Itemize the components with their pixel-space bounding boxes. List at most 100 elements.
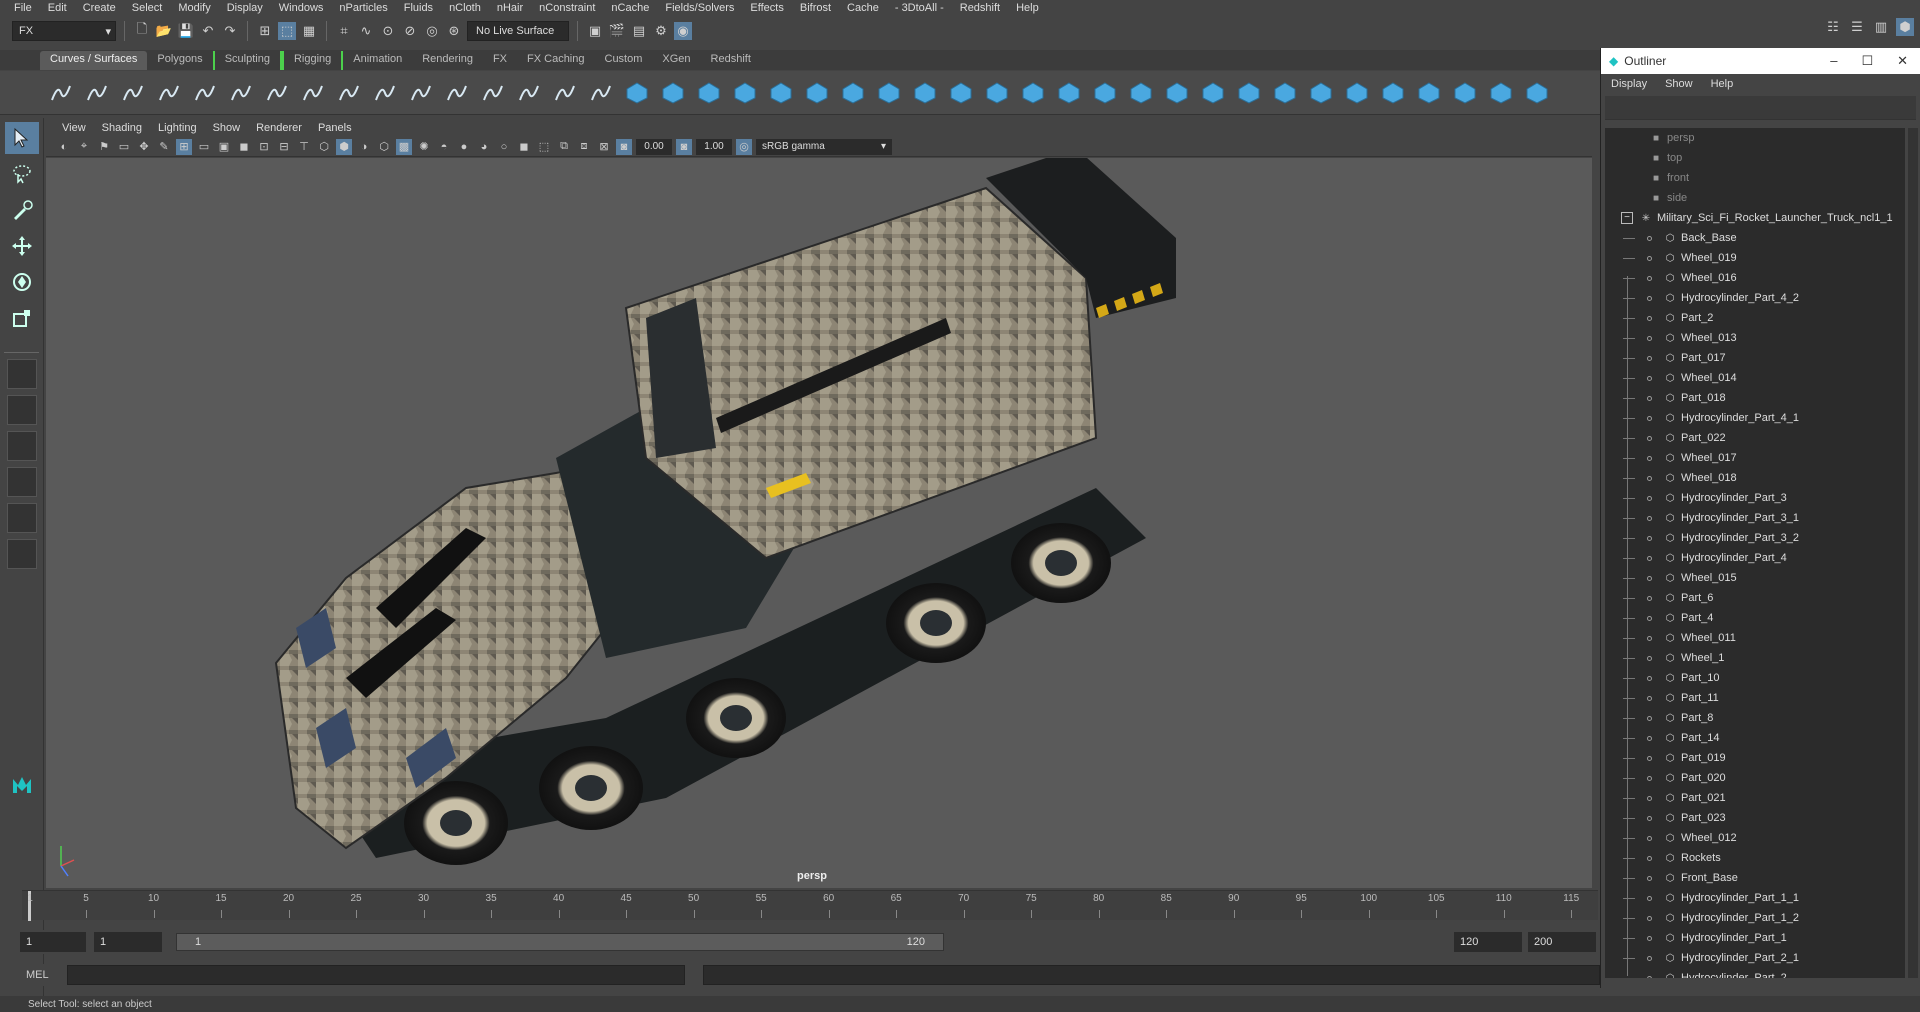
snap-surface-icon[interactable]: ◎ — [423, 22, 441, 40]
outliner-mesh-item[interactable]: ⬡ Hydrocylinder_Part_4 — [1605, 548, 1905, 568]
select-object-icon[interactable]: ⬚ — [278, 22, 296, 40]
outliner-mesh-item[interactable]: ⬡ Part_017 — [1605, 348, 1905, 368]
untrim-icon[interactable] — [1234, 78, 1264, 108]
project-curve-icon[interactable] — [1126, 78, 1156, 108]
menu-item[interactable]: Fields/Solvers — [657, 2, 742, 14]
gamma-field[interactable]: 1.00 — [696, 138, 732, 155]
render-settings-icon[interactable]: ⚙ — [652, 22, 670, 40]
expand-dot-icon[interactable] — [1647, 556, 1652, 561]
menu-item[interactable]: Display — [219, 2, 271, 14]
shelf-tab[interactable]: Rendering — [412, 51, 483, 70]
outliner-camera-item[interactable]: ■ front — [1605, 168, 1905, 188]
depth-of-field-icon[interactable]: ◼ — [516, 139, 532, 155]
nurbs-cone-icon[interactable] — [730, 78, 760, 108]
outliner-menu-item[interactable]: Show — [1665, 78, 1693, 90]
outliner-mesh-item[interactable]: ⬡ Part_021 — [1605, 788, 1905, 808]
outliner-camera-item[interactable]: ■ persp — [1605, 128, 1905, 148]
menu-item[interactable]: nParticles — [331, 2, 395, 14]
default-material-icon[interactable]: ◑ — [356, 139, 372, 155]
expand-dot-icon[interactable] — [1647, 936, 1652, 941]
expand-dot-icon[interactable] — [1647, 676, 1652, 681]
shadows-icon[interactable]: ◓ — [436, 139, 452, 155]
viewport-menu-item[interactable]: Renderer — [248, 122, 310, 134]
select-component-icon[interactable]: ▦ — [300, 22, 318, 40]
menu-item[interactable]: nCloth — [441, 2, 489, 14]
square-surface-icon[interactable] — [1054, 78, 1084, 108]
menu-item[interactable]: Fluids — [396, 2, 441, 14]
grease-pencil-icon[interactable]: ✎ — [156, 139, 172, 155]
pencil-curve-icon[interactable] — [190, 78, 220, 108]
outliner-mesh-item[interactable]: ⬡ Hydrocylinder_Part_1_2 — [1605, 908, 1905, 928]
shelf-tab[interactable]: FX Caching — [517, 51, 594, 70]
smooth-shade-icon[interactable]: ⬢ — [336, 138, 352, 155]
viewport-menu-item[interactable]: Show — [205, 122, 249, 134]
outliner-mesh-item[interactable]: ⬡ Part_020 — [1605, 768, 1905, 788]
film-gate-icon[interactable]: ▭ — [196, 139, 212, 155]
outliner-mesh-item[interactable]: ⬡ Part_2 — [1605, 308, 1905, 328]
nurbs-torus-icon[interactable] — [802, 78, 832, 108]
shelf-tab[interactable]: Redshift — [701, 51, 761, 70]
safe-action-icon[interactable]: ⊟ — [276, 139, 292, 155]
nurbs-circle-icon[interactable] — [46, 78, 76, 108]
cv-curve-icon[interactable] — [118, 78, 148, 108]
menu-item[interactable]: - 3DtoAll - — [887, 2, 952, 14]
render-view-icon[interactable]: ▣ — [586, 22, 604, 40]
menu-item[interactable]: Help — [1008, 2, 1047, 14]
anti-aliasing-icon[interactable]: ○ — [496, 139, 512, 155]
expand-dot-icon[interactable] — [1647, 416, 1652, 421]
single-pane-layout-icon[interactable] — [7, 359, 37, 389]
surface-edit-icon[interactable] — [1522, 78, 1552, 108]
outliner-mesh-item[interactable]: ⬡ Wheel_013 — [1605, 328, 1905, 348]
expand-dot-icon[interactable] — [1647, 296, 1652, 301]
extrude-icon[interactable] — [946, 78, 976, 108]
outliner-mesh-item[interactable]: ⬡ Back_Base — [1605, 228, 1905, 248]
expand-dot-icon[interactable] — [1647, 916, 1652, 921]
four-pane-layout-icon[interactable] — [7, 395, 37, 425]
xray-joints-icon[interactable]: ⧈ — [576, 139, 592, 155]
screen-space-ao-icon[interactable]: ● — [456, 139, 472, 155]
exposure-field[interactable]: 0.00 — [636, 138, 672, 155]
outliner-mesh-item[interactable]: ⬡ Hydrocylinder_Part_1 — [1605, 928, 1905, 948]
expand-dot-icon[interactable] — [1647, 896, 1652, 901]
expand-dot-icon[interactable] — [1647, 236, 1652, 241]
menu-item[interactable]: Bifrost — [792, 2, 839, 14]
shelf-tab[interactable]: Curves / Surfaces — [40, 51, 148, 70]
outliner-mesh-item[interactable]: ⬡ Part_4 — [1605, 608, 1905, 628]
graph-persp-layout-icon[interactable] — [7, 503, 37, 533]
script-language-label[interactable]: MEL — [26, 969, 49, 981]
outliner-mesh-item[interactable]: ⬡ Wheel_017 — [1605, 448, 1905, 468]
shelf-tab[interactable]: Custom — [595, 51, 653, 70]
outliner-menu-item[interactable]: Help — [1711, 78, 1734, 90]
outliner-mesh-item[interactable]: ⬡ Hydrocylinder_Part_3 — [1605, 488, 1905, 508]
textured-icon[interactable]: ▩ — [396, 138, 412, 155]
expand-dot-icon[interactable] — [1647, 796, 1652, 801]
motion-blur-icon[interactable]: ◕ — [476, 139, 492, 155]
undo-icon[interactable]: ↶ — [199, 22, 217, 40]
hypershade-icon[interactable]: ◉ — [674, 22, 692, 40]
outliner-mesh-item[interactable]: ⬡ Part_14 — [1605, 728, 1905, 748]
open-close-icon[interactable] — [1342, 78, 1372, 108]
outliner-mesh-item[interactable]: ⬡ Part_022 — [1605, 428, 1905, 448]
outliner-mesh-item[interactable]: ⬡ Part_8 — [1605, 708, 1905, 728]
time-slider[interactable]: 1 5 10 15 20 25 30 35 40 45 50 55 60 65 70 75 80 85 90 95 1… — [22, 890, 1598, 921]
close-icon[interactable]: ✕ — [1897, 53, 1908, 69]
outliner-persp-layout-icon[interactable] — [7, 467, 37, 497]
outliner-mesh-item[interactable]: ⬡ Hydrocylinder_Part_3_2 — [1605, 528, 1905, 548]
outliner-mesh-item[interactable]: ⬡ Wheel_014 — [1605, 368, 1905, 388]
expand-dot-icon[interactable] — [1647, 376, 1652, 381]
expand-dot-icon[interactable] — [1647, 456, 1652, 461]
extend-curve-icon[interactable] — [406, 78, 436, 108]
channel-box-icon[interactable]: ▥ — [1872, 18, 1890, 36]
offset-curve-icon[interactable] — [442, 78, 472, 108]
redo-icon[interactable]: ↷ — [221, 22, 239, 40]
view-transform-select[interactable]: sRGB gamma ▾ — [756, 138, 892, 155]
attach-curve-icon[interactable] — [298, 78, 328, 108]
shelf-tab[interactable]: FX — [483, 51, 517, 70]
select-tool-icon[interactable] — [5, 122, 39, 154]
perspective-viewport[interactable] — [46, 158, 1592, 888]
expand-dot-icon[interactable] — [1647, 956, 1652, 961]
expand-dot-icon[interactable] — [1647, 536, 1652, 541]
safe-title-icon[interactable]: ⊤ — [296, 139, 312, 155]
nurbs-sphere-icon[interactable] — [622, 78, 652, 108]
bevel-curve-icon[interactable] — [586, 78, 616, 108]
